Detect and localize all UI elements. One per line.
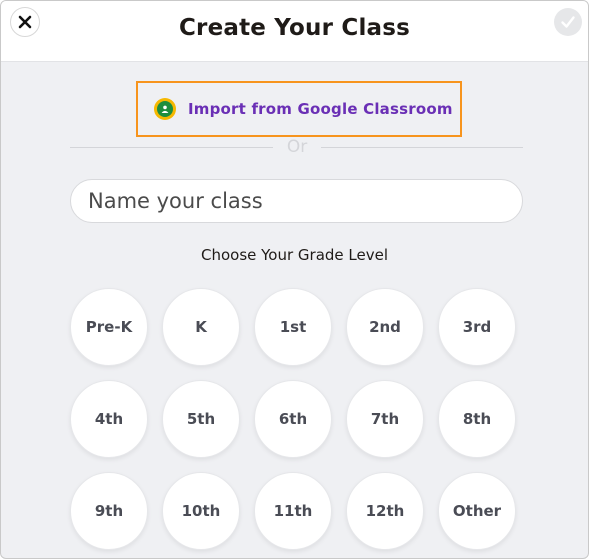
import-google-classroom-button[interactable]: Import from Google Classroom: [136, 81, 462, 137]
grade-option-8th[interactable]: 8th: [438, 380, 516, 458]
grade-option-6th[interactable]: 6th: [254, 380, 332, 458]
grade-option-9th[interactable]: 9th: [70, 472, 148, 550]
grade-option-7th[interactable]: 7th: [346, 380, 424, 458]
grade-option-5th[interactable]: 5th: [162, 380, 240, 458]
dialog-header: Create Your Class: [1, 1, 588, 62]
google-classroom-icon: [154, 98, 176, 120]
grade-option-10th[interactable]: 10th: [162, 472, 240, 550]
grade-option-1st[interactable]: 1st: [254, 288, 332, 366]
confirm-button[interactable]: [554, 8, 582, 36]
create-class-dialog: Create Your Class Import from Google Cla…: [0, 0, 589, 559]
divider-line-right: [321, 147, 523, 148]
grade-option-2nd[interactable]: 2nd: [346, 288, 424, 366]
grade-option-k[interactable]: K: [162, 288, 240, 366]
checkmark-icon: [561, 16, 575, 28]
divider-or-text: Or: [286, 137, 308, 157]
grade-option-pre-k[interactable]: Pre-K: [70, 288, 148, 366]
grade-option-12th[interactable]: 12th: [346, 472, 424, 550]
grade-level-heading: Choose Your Grade Level: [200, 246, 389, 264]
class-name-input[interactable]: [70, 179, 523, 223]
divider-line-left: [70, 147, 273, 148]
grade-option-3rd[interactable]: 3rd: [438, 288, 516, 366]
grade-option-11th[interactable]: 11th: [254, 472, 332, 550]
grade-option-other[interactable]: Other: [438, 472, 516, 550]
page-title: Create Your Class: [178, 15, 411, 41]
import-label: Import from Google Classroom: [188, 100, 453, 118]
grade-option-4th[interactable]: 4th: [70, 380, 148, 458]
